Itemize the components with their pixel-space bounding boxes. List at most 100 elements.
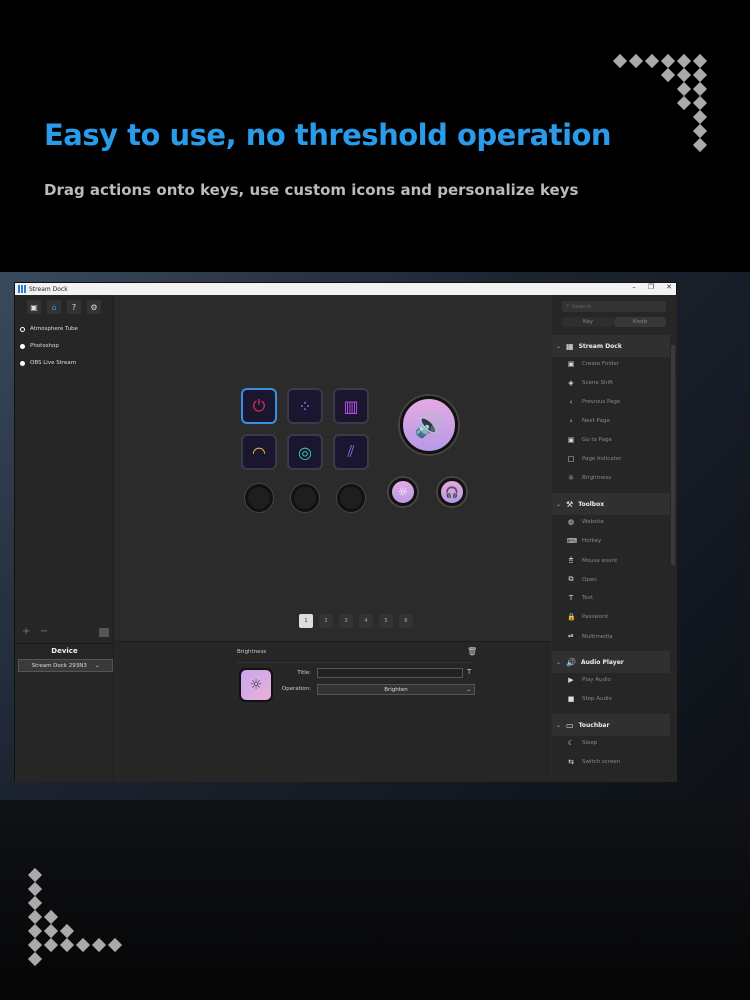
action-item[interactable]: ☼ Brightness xyxy=(567,474,611,482)
page-button-3[interactable]: 3 xyxy=(339,614,353,628)
category-header[interactable]: ⌄ 🔊 Audio Player xyxy=(552,651,670,673)
app-logo-icon xyxy=(18,285,26,293)
action-item[interactable]: ◍ Website xyxy=(567,518,604,526)
maximize-button[interactable]: ❐ xyxy=(648,283,654,291)
operation-select[interactable]: Brighten ⌄ xyxy=(317,684,475,695)
profile-item[interactable]: OBS Live Stream xyxy=(20,360,76,366)
chevron-down-icon: ⌄ xyxy=(556,721,562,729)
category-label: Toolbox xyxy=(578,500,605,508)
category-header[interactable]: ⌄ ⚒ Toolbox xyxy=(552,493,670,515)
category-label: Stream Dock xyxy=(578,342,622,350)
device-select[interactable]: Stream Dock 293N3 ⌄ xyxy=(18,659,113,672)
profile-item[interactable]: Atmosphere Tube xyxy=(20,326,78,332)
action-label: Page Indicator xyxy=(582,456,622,462)
home-icon[interactable]: ⌂ xyxy=(47,300,61,314)
action-item[interactable]: ▣ Go to Page xyxy=(567,436,612,444)
pixel-diamond xyxy=(107,937,123,953)
action-icon: ◍ xyxy=(567,518,575,526)
profile-item[interactable]: Photoshop xyxy=(20,343,59,349)
pixel-diamond xyxy=(692,67,708,83)
action-item[interactable]: T Text xyxy=(567,594,593,602)
category-label: Touchbar xyxy=(578,721,610,729)
page-button-4[interactable]: 4 xyxy=(359,614,373,628)
action-item[interactable]: ▶ Play Audio xyxy=(567,676,611,684)
gear-icon[interactable]: ⚙ xyxy=(87,300,101,314)
key-equalizer[interactable]: ▥ xyxy=(333,388,369,424)
action-item[interactable]: 🔒 Password xyxy=(567,613,608,621)
key-dots[interactable]: ⁘ xyxy=(287,388,323,424)
tab-knob[interactable]: Knob xyxy=(614,317,666,327)
headline: Easy to use, no threshold operation xyxy=(44,118,612,152)
action-item[interactable]: □ Page Indicator xyxy=(567,455,622,463)
pixel-diamond xyxy=(43,923,59,939)
pixel-diamond xyxy=(692,109,708,125)
chevron-down-icon: ⌄ xyxy=(94,662,100,669)
action-name: Brightness xyxy=(237,649,267,655)
import-icon[interactable] xyxy=(99,628,109,637)
page-button-1[interactable]: 1 xyxy=(299,614,313,628)
key-rainbow[interactable]: ◠ xyxy=(241,434,277,470)
add-profile-button[interactable]: + xyxy=(22,626,30,637)
key-meteor[interactable]: ⫽ xyxy=(333,434,369,470)
action-label: Go to Page xyxy=(582,437,612,443)
knob[interactable] xyxy=(245,484,273,512)
knob[interactable] xyxy=(337,484,365,512)
key-power[interactable]: ⏻ xyxy=(241,388,277,424)
action-item[interactable]: ⌨ Hotkey xyxy=(567,537,601,545)
pixel-diamond xyxy=(27,923,43,939)
property-inspector: Brightness 🗑 ☼ Title: T Operation: Brigh… xyxy=(115,641,551,782)
action-item[interactable]: ◈ Scene Shift xyxy=(567,379,613,387)
page-button-5[interactable]: 5 xyxy=(379,614,393,628)
help-icon[interactable]: ? xyxy=(67,300,81,314)
key-color-ring[interactable]: ◎ xyxy=(287,434,323,470)
pixel-diamond xyxy=(692,95,708,111)
profiles-panel: ▣ ⌂ ? ⚙ Atmosphere Tube Photoshop OBS Li… xyxy=(15,295,114,782)
action-item[interactable]: ⧉ Open xyxy=(567,575,597,584)
chevron-down-icon: ⌄ xyxy=(556,500,562,508)
action-item[interactable]: ▣ Create Folder xyxy=(567,360,619,368)
pixel-diamond xyxy=(692,137,708,153)
text-style-icon[interactable]: T xyxy=(467,668,471,676)
action-icon: ‹ xyxy=(569,398,573,406)
action-label: Next Page xyxy=(582,418,610,424)
action-icon-preview[interactable]: ☼ xyxy=(239,668,273,702)
action-item[interactable]: ⇆ Switch screen xyxy=(567,758,620,766)
action-item[interactable]: ⏯ Multimedia xyxy=(567,632,612,641)
category-icon: ▦ xyxy=(566,341,574,351)
pixel-diamond xyxy=(676,95,692,111)
pixel-diamond xyxy=(59,923,75,939)
remove-profile-button[interactable]: − xyxy=(40,626,48,637)
dial-volume[interactable]: 🔊 xyxy=(400,396,458,454)
action-item[interactable]: 🖱 Mouse event xyxy=(567,556,617,565)
title-input[interactable] xyxy=(317,668,463,678)
category-header[interactable]: ⌄ ▭ Touchbar xyxy=(552,714,670,736)
minimize-button[interactable]: – xyxy=(632,283,636,291)
cube-icon[interactable]: ▣ xyxy=(27,300,41,314)
action-item[interactable]: ☾ Sleep xyxy=(567,739,597,747)
pixel-decoration-bottom xyxy=(27,867,140,980)
pixel-diamond xyxy=(660,53,676,69)
action-label: Website xyxy=(582,519,604,525)
search-input[interactable]: ⌕ Search xyxy=(562,301,666,312)
action-icon: ⧉ xyxy=(568,575,574,583)
pixel-diamond xyxy=(676,81,692,97)
action-icon: 🖱 xyxy=(568,556,574,564)
pixel-diamond xyxy=(43,937,59,953)
trash-icon[interactable]: 🗑 xyxy=(467,647,477,656)
page-button-2[interactable]: 2 xyxy=(319,614,333,628)
knob-brightness[interactable]: ☼ xyxy=(389,478,417,506)
knob[interactable] xyxy=(291,484,319,512)
page-button-6[interactable]: 6 xyxy=(399,614,413,628)
action-item[interactable]: › Next Page xyxy=(567,417,610,425)
action-item[interactable]: ‹ Previous Page xyxy=(567,398,621,406)
operation-value: Brighten xyxy=(384,686,408,693)
category-header[interactable]: ⌄ ▦ Stream Dock xyxy=(552,335,670,357)
close-button[interactable]: ✕ xyxy=(666,283,672,291)
action-label: Password xyxy=(582,614,608,620)
tab-key[interactable]: Key xyxy=(562,317,614,327)
search-icon: ⌕ xyxy=(566,303,570,309)
action-item[interactable]: ■ Stop Audio xyxy=(567,695,612,703)
knob-headphones[interactable]: 🎧 xyxy=(438,478,466,506)
scrollbar[interactable] xyxy=(671,345,675,565)
action-icon: ⌨ xyxy=(567,537,578,545)
